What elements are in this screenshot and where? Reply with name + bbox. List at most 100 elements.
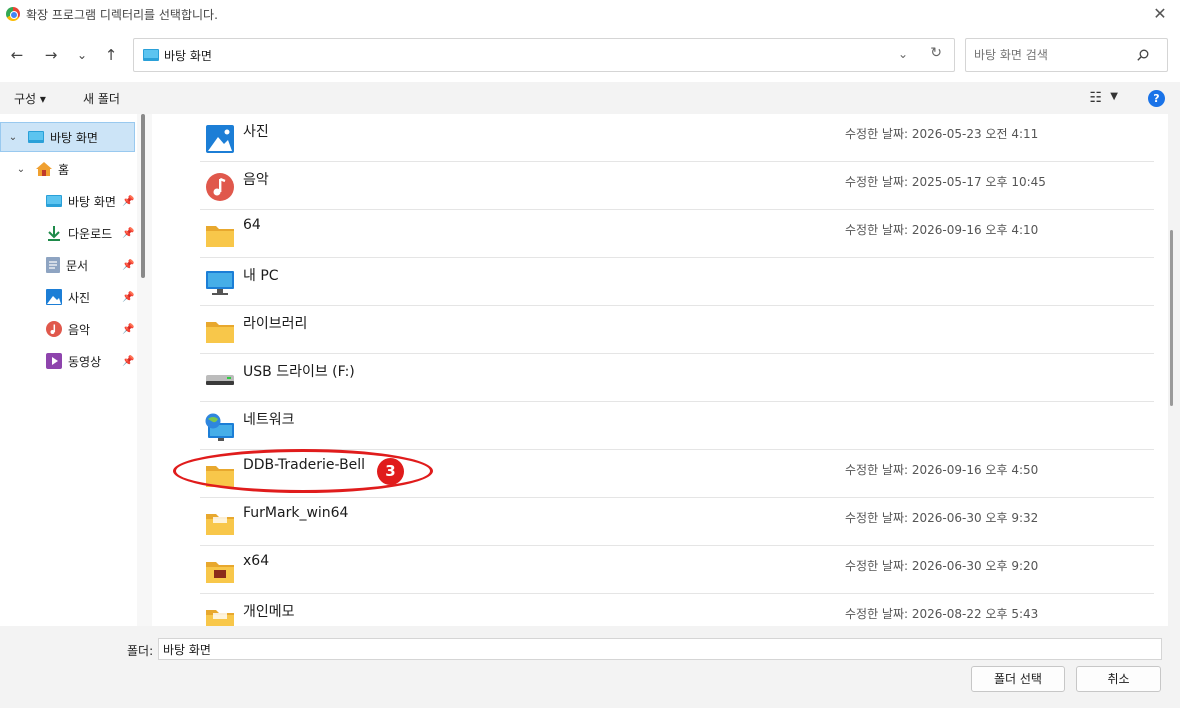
chevron-down-icon[interactable]: ⌄ [14,164,28,175]
title-bar: 확장 프로그램 디렉터리를 선택합니다. ✕ [0,0,1180,28]
organize-button[interactable]: 구성 ▾ [14,90,46,107]
search-input[interactable] [974,46,1134,64]
file-name: x64 [243,553,270,569]
pictures-icon [46,289,62,305]
window-title: 확장 프로그램 디렉터리를 선택합니다. [26,7,218,22]
file-date: 수정한 날짜: 2026-09-16 오후 4:50 [845,463,1039,477]
file-name: 네트워크 [243,412,295,428]
pin-icon[interactable]: 📌 [122,292,134,303]
folder-icon [206,610,234,626]
desktop-icon [28,131,44,143]
sidebar-item-desktop[interactable]: 바탕 화면 📌 [46,190,134,212]
file-name: 사진 [243,124,269,140]
navigation-bar: ← → ⌄ ↑ 바탕 화면 ⌄ ↻ [0,28,1180,82]
file-date: 수정한 날짜: 2026-09-16 오후 4:10 [845,223,1039,237]
close-button[interactable]: ✕ [1150,4,1170,24]
address-dropdown-button[interactable]: ⌄ [898,47,908,61]
sidebar-item-label: 바탕 화면 [50,130,98,145]
view-options-icon[interactable]: ☷ [1089,90,1102,106]
file-list-scrollbar[interactable] [1170,230,1173,406]
search-box[interactable] [965,38,1168,72]
new-folder-button[interactable]: 새 폴더 [83,90,120,107]
help-button[interactable]: ? [1148,90,1165,107]
file-date: 수정한 날짜: 2026-06-30 오후 9:32 [845,511,1039,525]
download-icon [48,226,60,241]
cancel-button[interactable]: 취소 [1076,666,1161,692]
search-icon[interactable] [1137,49,1149,61]
file-row-furmark-win64[interactable]: FurMark_win64 수정한 날짜: 2026-06-30 오후 9:32 [200,498,1154,546]
file-name: 64 [243,217,261,233]
file-row-64[interactable]: 64 수정한 날짜: 2026-09-16 오후 4:10 [200,210,1154,258]
sidebar-item-documents[interactable]: 문서 📌 [46,254,134,276]
address-text: 바탕 화면 [164,49,212,63]
refresh-button[interactable]: ↻ [930,45,942,61]
back-button[interactable]: ← [7,45,27,65]
network-icon [205,413,234,441]
pc-icon [206,271,234,295]
file-name: FurMark_win64 [243,505,349,521]
sidebar-scrollbar[interactable] [141,114,145,278]
recent-locations-button[interactable]: ⌄ [72,45,92,65]
sidebar-item-downloads[interactable]: 다운로드 📌 [46,222,134,244]
file-row-libraries[interactable]: 라이브러리 [200,306,1154,354]
view-dropdown-icon[interactable]: ▼ [1110,91,1118,102]
file-row-personal-memo[interactable]: 개인메모 수정한 날짜: 2026-08-22 오후 5:43 [200,594,1154,626]
command-bar: 구성 ▾ 새 폴더 ☷ ▼ ? [0,82,1180,114]
music-icon [206,173,234,201]
file-list: 사진 수정한 날짜: 2026-05-23 오전 4:11 음악 수정한 날짜:… [152,114,1168,626]
folder-icon [206,226,234,247]
sidebar-item-label: 문서 [66,258,89,273]
step-badge: 3 [377,458,404,485]
video-icon [46,353,62,369]
chrome-icon [6,7,20,21]
file-row-my-pc[interactable]: 내 PC [200,258,1154,306]
file-name: USB 드라이브 (F:) [243,364,355,380]
folder-icon [206,562,234,583]
dialog-footer: 폴더: 폴더 선택 취소 [0,626,1180,708]
file-row-music[interactable]: 음악 수정한 날짜: 2025-05-17 오후 10:45 [200,162,1154,210]
file-row-pictures[interactable]: 사진 수정한 날짜: 2026-05-23 오전 4:11 [200,114,1154,162]
home-icon [36,162,52,176]
navigation-pane: ⌄ 바탕 화면 ⌄ 홈 바탕 화면 📌 다운로드 📌 문서 📌 사진 📌 음악 … [0,114,137,626]
usb-drive-icon [206,375,234,385]
file-date: 수정한 날짜: 2026-08-22 오후 5:43 [845,607,1039,621]
up-button[interactable]: ↑ [101,45,121,65]
sidebar-item-music[interactable]: 음악 📌 [46,318,134,340]
pin-icon[interactable]: 📌 [122,324,134,335]
folder-icon [206,322,234,343]
file-row-network[interactable]: 네트워크 [200,402,1154,450]
music-icon [46,321,62,337]
file-date: 수정한 날짜: 2025-05-17 오후 10:45 [845,175,1046,189]
folder-icon [206,514,234,535]
sidebar-item-label: 바탕 화면 [68,194,116,209]
pin-icon[interactable]: 📌 [122,196,134,207]
file-row-x64[interactable]: x64 수정한 날짜: 2026-06-30 오후 9:20 [200,546,1154,594]
sidebar-item-label: 다운로드 [68,226,113,241]
sidebar-item-label: 홈 [58,162,70,177]
sidebar-item-label: 음악 [68,322,91,337]
document-icon [46,257,60,273]
sidebar-item-desktop-root[interactable]: ⌄ 바탕 화면 [6,126,98,148]
folder-input[interactable] [158,638,1162,660]
file-name: 음악 [243,172,269,188]
sidebar-item-videos[interactable]: 동영상 📌 [46,350,134,372]
folder-label: 폴더: [127,644,154,658]
select-folder-button[interactable]: 폴더 선택 [971,666,1065,692]
sidebar-item-label: 사진 [68,290,91,305]
pin-icon[interactable]: 📌 [122,228,134,239]
pin-icon[interactable]: 📌 [122,260,134,271]
sidebar-item-label: 동영상 [68,354,102,369]
desktop-icon [143,49,159,61]
sidebar-item-home[interactable]: ⌄ 홈 [14,158,69,180]
address-bar[interactable]: 바탕 화면 ⌄ ↻ [133,38,955,72]
file-row-usb-drive[interactable]: USB 드라이브 (F:) [200,354,1154,402]
file-name: 개인메모 [243,604,295,620]
sidebar-item-pictures[interactable]: 사진 📌 [46,286,134,308]
forward-button[interactable]: → [41,45,61,65]
chevron-down-icon[interactable]: ⌄ [6,132,20,143]
file-name: 라이브러리 [243,316,308,332]
pictures-icon [206,125,234,153]
desktop-icon [46,195,62,207]
pin-icon[interactable]: 📌 [122,356,134,367]
file-date: 수정한 날짜: 2026-05-23 오전 4:11 [845,127,1039,141]
